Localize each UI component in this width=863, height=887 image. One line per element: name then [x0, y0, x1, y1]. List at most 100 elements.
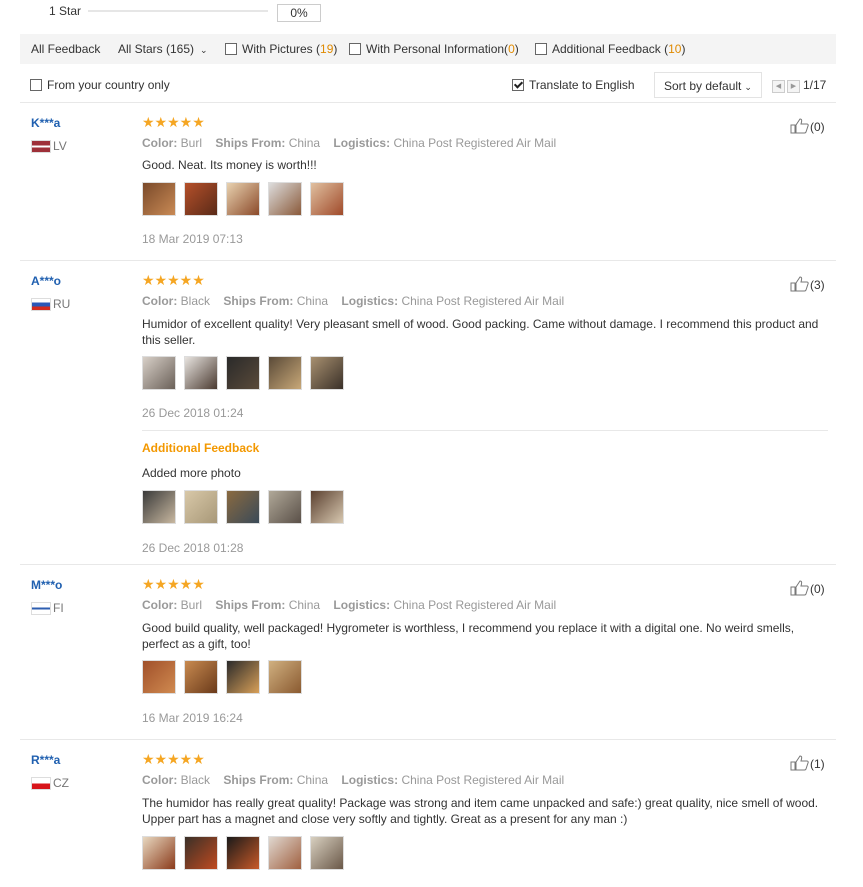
flag-icon [31, 140, 51, 153]
review-text: Good build quality, well packaged! Hygro… [142, 621, 795, 651]
review-photo[interactable] [184, 836, 218, 870]
review-photo[interactable] [184, 182, 218, 216]
color-value: Black [180, 294, 211, 308]
divider [142, 430, 828, 431]
next-page-icon[interactable]: ▶ [787, 80, 800, 93]
divider [20, 564, 836, 565]
review-photo[interactable] [226, 490, 260, 524]
review-date: 16 Mar 2019 16:24 [142, 711, 243, 725]
review-photos [142, 660, 310, 697]
order-info: Color: Burl Ships From: China Logistics:… [142, 598, 556, 612]
thumbs-up-icon [790, 276, 810, 295]
translate-label: Translate to English [529, 78, 635, 92]
reviewer-name[interactable]: K***a [31, 116, 60, 130]
review-photo[interactable] [226, 182, 260, 216]
review-text: The humidor has really great quality! Pa… [142, 796, 819, 826]
helpful-button[interactable]: (0) [790, 580, 825, 599]
additional-feedback-count: 10 [668, 42, 682, 56]
color-label: Color: [142, 294, 178, 308]
ships-from-label: Ships From: [223, 773, 294, 787]
ships-from-label: Ships From: [215, 598, 286, 612]
translate-checkbox[interactable] [512, 79, 524, 91]
order-info: Color: Black Ships From: China Logistics… [142, 294, 564, 308]
review-date: 26 Dec 2018 01:24 [142, 406, 244, 420]
review-photo[interactable] [142, 836, 176, 870]
thumbs-up-icon [790, 580, 810, 599]
reviewer-name[interactable]: A***o [31, 274, 61, 288]
divider [20, 739, 836, 740]
helpful-count: (1) [810, 757, 825, 771]
review-photo[interactable] [226, 660, 260, 694]
additional-feedback-filter[interactable]: Additional Feedback (10) [535, 42, 685, 56]
logistics-label: Logistics: [341, 294, 399, 308]
review-photo[interactable] [310, 490, 344, 524]
with-personal-info-label: With Personal Information( [366, 42, 509, 56]
from-country-checkbox[interactable] [30, 79, 42, 91]
logistics-value: China Post Registered Air Mail [393, 598, 557, 612]
review-photo[interactable] [268, 356, 302, 390]
from-country-label: From your country only [47, 78, 170, 92]
review-photo[interactable] [310, 836, 344, 870]
additional-feedback-label: Additional Feedback ( [552, 42, 669, 56]
review-photo[interactable] [310, 356, 344, 390]
helpful-button[interactable]: (3) [790, 276, 825, 295]
review-photo[interactable] [226, 836, 260, 870]
review-photo[interactable] [310, 182, 344, 216]
review-text: Humidor of excellent quality! Very pleas… [142, 317, 819, 347]
star-rating: ★★★★★ [142, 576, 205, 592]
review-photo[interactable] [142, 660, 176, 694]
review-photo[interactable] [268, 660, 302, 694]
star-rating: ★★★★★ [142, 114, 205, 130]
helpful-button[interactable]: (0) [790, 118, 825, 137]
review-photo[interactable] [268, 490, 302, 524]
translate-option[interactable]: Translate to English [512, 78, 635, 92]
flag-icon [31, 602, 51, 615]
thumbs-up-icon [790, 755, 810, 774]
review-date: 18 Mar 2019 07:13 [142, 232, 243, 246]
with-personal-info-checkbox[interactable] [349, 43, 361, 55]
reviewer-country: FI [53, 601, 64, 615]
review-photo[interactable] [184, 490, 218, 524]
ships-from-value: China [288, 136, 321, 150]
helpful-button[interactable]: (1) [790, 755, 825, 774]
review-photos [142, 836, 352, 873]
review-photo[interactable] [268, 182, 302, 216]
reviewer-country: RU [53, 297, 71, 311]
ships-from-label: Ships From: [215, 136, 286, 150]
with-personal-info-filter[interactable]: With Personal Information(0) [349, 42, 519, 56]
reviewer-name[interactable]: M***o [31, 578, 62, 592]
additional-feedback-photos [142, 490, 352, 527]
logistics-value: China Post Registered Air Mail [401, 773, 565, 787]
review-photos [142, 182, 352, 219]
flag-icon [31, 777, 51, 790]
additional-feedback-checkbox[interactable] [535, 43, 547, 55]
color-value: Black [180, 773, 211, 787]
additional-feedback-date: 26 Dec 2018 01:28 [142, 541, 244, 555]
all-feedback-tab[interactable]: All Feedback [31, 42, 100, 56]
review-photo[interactable] [142, 490, 176, 524]
all-stars-dropdown[interactable]: All Stars (165) ⌄ [118, 42, 208, 56]
ships-from-value: China [296, 294, 329, 308]
review-photo[interactable] [142, 182, 176, 216]
sort-dropdown[interactable]: Sort by default ⌄ [654, 72, 762, 98]
review-photo[interactable] [268, 836, 302, 870]
with-pictures-checkbox[interactable] [225, 43, 237, 55]
page-indicator: 1/17 [803, 78, 827, 92]
star-percent: 0% [277, 4, 321, 22]
all-stars-label: All Stars (165) [118, 42, 195, 56]
helpful-count: (0) [810, 120, 825, 134]
ships-from-label: Ships From: [223, 294, 294, 308]
reviewer-name[interactable]: R***a [31, 753, 60, 767]
prev-page-icon[interactable]: ◀ [772, 80, 785, 93]
from-country-option[interactable]: From your country only [30, 78, 170, 92]
logistics-label: Logistics: [341, 773, 399, 787]
sort-label: Sort by default [664, 79, 742, 93]
divider [20, 102, 836, 103]
review-photo[interactable] [142, 356, 176, 390]
with-pictures-filter[interactable]: With Pictures (19) [225, 42, 337, 56]
review-photo[interactable] [184, 660, 218, 694]
review-photo[interactable] [226, 356, 260, 390]
reviewer-country: CZ [53, 776, 69, 790]
review-photo[interactable] [184, 356, 218, 390]
ships-from-value: China [296, 773, 329, 787]
